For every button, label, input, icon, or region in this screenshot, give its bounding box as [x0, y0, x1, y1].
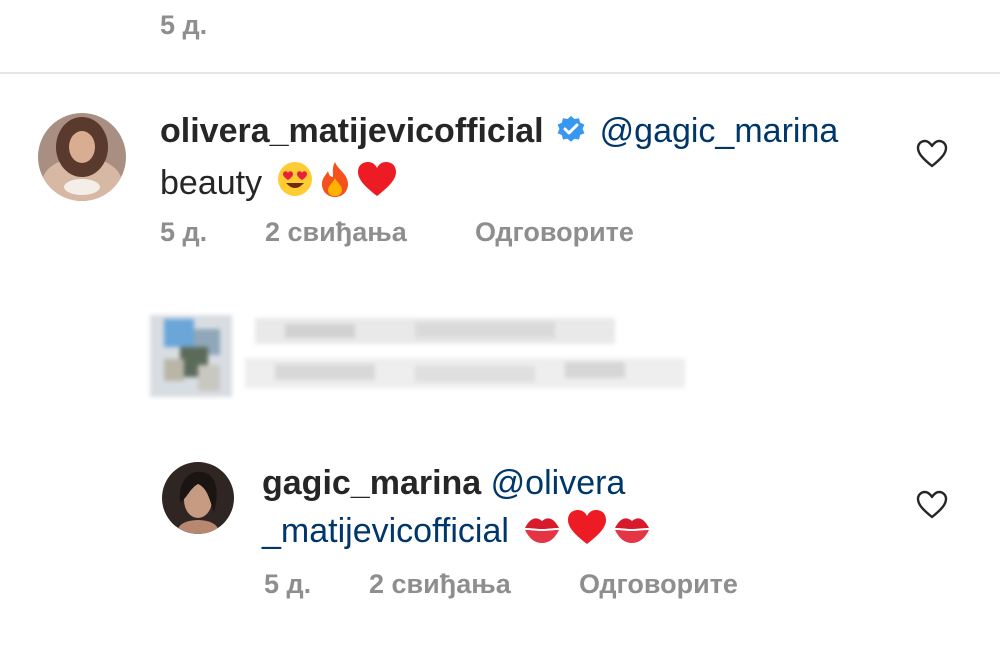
reply-reply-button[interactable]: Одговорите [579, 569, 738, 600]
kiss-mark-icon [612, 512, 652, 555]
reply-time: 5 д. [264, 569, 312, 599]
reply-username[interactable]: gagic_marina [262, 464, 481, 502]
reply-line-1: gagic_marina @olivera [262, 464, 625, 503]
censored-text [245, 318, 685, 396]
comment-likes-count[interactable]: 2 свиђања [265, 217, 407, 248]
previous-comment-time: 5 д. [160, 10, 208, 40]
avatar-olivera[interactable] [38, 113, 126, 201]
like-heart-icon[interactable] [916, 139, 948, 169]
like-heart-icon[interactable] [916, 490, 948, 520]
smiling-face-heart-eyes-icon [276, 160, 314, 207]
censored-avatar [150, 315, 232, 397]
reply-mention-part-1[interactable]: @olivera [491, 464, 626, 502]
comment-text: beauty [160, 164, 263, 202]
fire-icon [318, 160, 352, 207]
avatar-gagic-marina[interactable] [162, 462, 234, 534]
comment-line-2: beauty [160, 160, 398, 207]
comment-line-1: olivera_matijevicofficial @gagic_marina [160, 112, 838, 154]
red-heart-icon [566, 508, 608, 555]
kiss-mark-icon [522, 512, 562, 555]
reply-line-2: _matijevicofficial [262, 508, 652, 555]
reply-mention-part-2[interactable]: _matijevicofficial [262, 512, 509, 550]
comment-reply-button[interactable]: Одговорите [475, 217, 634, 248]
red-heart-icon [356, 160, 398, 207]
verified-badge-icon [556, 115, 586, 154]
comment-username[interactable]: olivera_matijevicofficial [160, 112, 544, 150]
reply-likes-count[interactable]: 2 свиђања [369, 569, 511, 600]
comment-mention[interactable]: @gagic_marina [600, 112, 839, 150]
comment-divider [0, 72, 1000, 74]
comment-time: 5 д. [160, 217, 208, 247]
